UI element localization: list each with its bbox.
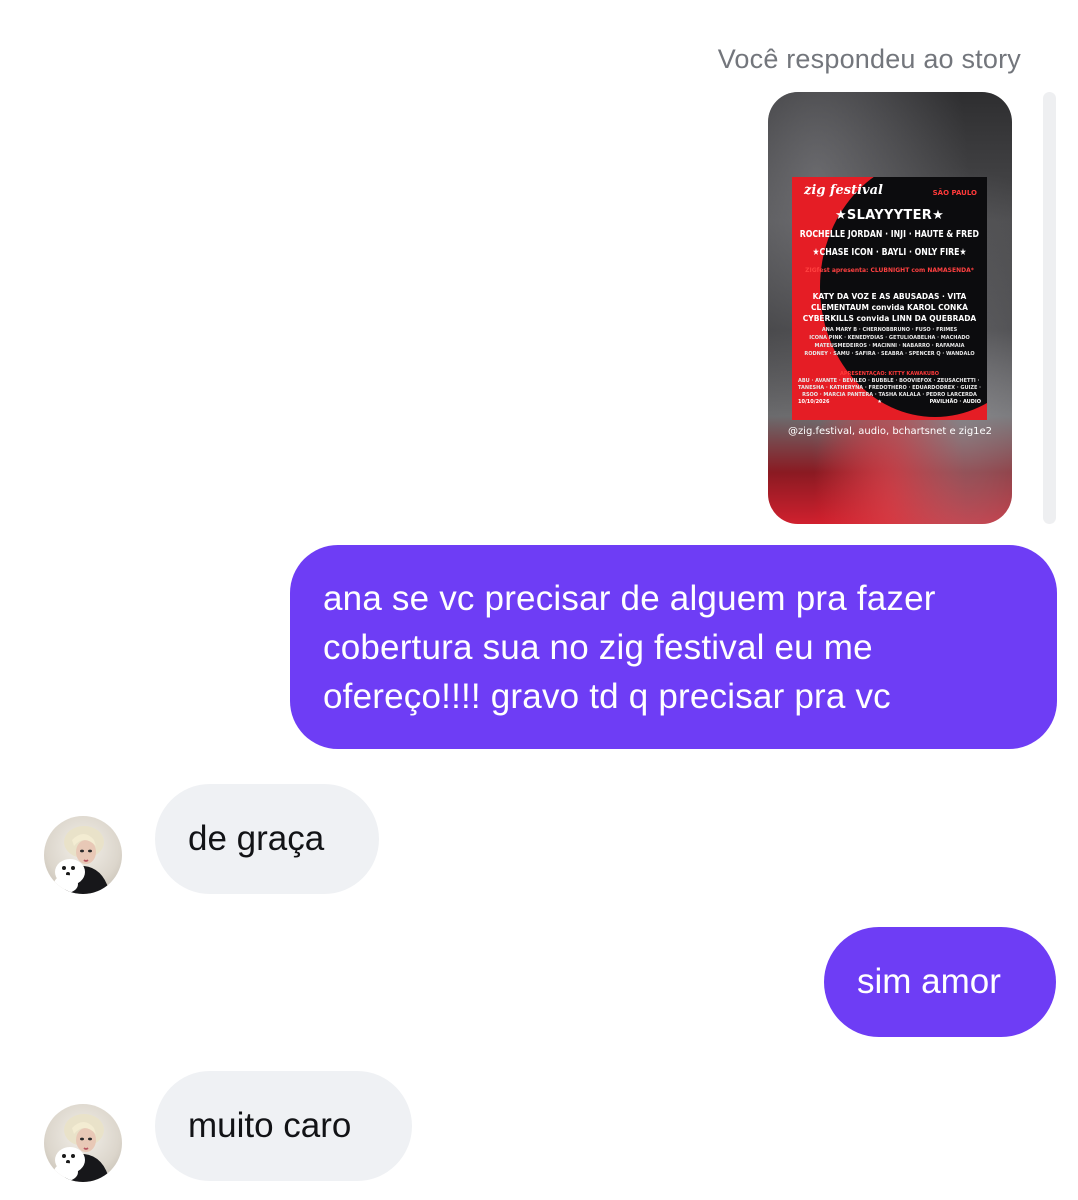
poster-line: KATY DA VOZ E AS ABUSADAS · VITA (812, 292, 967, 301)
poster-line: ANA MARY B · CHERNOBBRUNO · FUSO · FRIME… (821, 327, 958, 333)
poster-logo: zig festival (804, 183, 883, 198)
outgoing-message[interactable]: ana se vc precisar de alguem pra fazer c… (290, 545, 1057, 749)
poster-footer: 10/10/2026 ★ PAVILHÃO · AUDIO (798, 399, 981, 405)
story-credit: @zig.festival, audio, bchartsnet e zig1e… (787, 426, 993, 437)
poster-line: ROCHELLE JORDAN · INJI · HAUTE & FREDDY (799, 229, 980, 240)
poster-venue: PAVILHÃO · AUDIO (929, 399, 981, 405)
contact-avatar-icon[interactable] (44, 816, 122, 894)
poster-line: RSOO · MARCIA PANTERA · TASHA KALALA · P… (802, 392, 977, 398)
star-icon: ★ (877, 399, 882, 405)
festival-poster: zig festival SÃO PAULO ★SLAYYYTER★ ROCHE… (792, 177, 987, 420)
outgoing-message[interactable]: sim amor (824, 927, 1056, 1037)
poster-line: CLEMENTAUM convida KAROL CONKÁ (811, 303, 968, 312)
poster-line: ZIGfest apresenta: CLUBNIGHT com NAMASEN… (805, 267, 974, 274)
poster-city: SÃO PAULO (932, 189, 977, 197)
poster-line: APRESENTAÇÃO: KITTY KAWAKUBO (839, 371, 940, 377)
poster-line: ICONA PINK · KENEDYDIAS · GETULIOABELHA … (809, 335, 970, 341)
scrollbar[interactable] (1043, 92, 1056, 524)
poster-line: ABU · AVANTE · BEVILEO · BUBBLE · BOOVIE… (798, 378, 981, 384)
poster-line: TANESHA · KATHERYNA · FREDOTHERO · EDUAR… (798, 385, 981, 391)
incoming-message[interactable]: muito caro (155, 1071, 412, 1181)
poster-line: RODNEY · SAMU · SÁFIRA · SEABRA · SPENCE… (804, 351, 975, 357)
story-reply-caption: Você respondeu ao story (717, 44, 1021, 74)
poster-line: ★CHASE ICON · BAYLI · ONLY FIRE★ (812, 247, 967, 258)
poster-headliner: ★SLAYYYTER★ (834, 208, 945, 223)
contact-avatar-icon[interactable] (44, 1104, 122, 1182)
incoming-message[interactable]: de graça (155, 784, 379, 894)
chat-thread: Você respondeu ao story zig festival SÃO… (0, 0, 1078, 1200)
poster-text: zig festival SÃO PAULO ★SLAYYYTER★ ROCHE… (792, 177, 987, 420)
story-preview[interactable]: zig festival SÃO PAULO ★SLAYYYTER★ ROCHE… (768, 92, 1012, 524)
poster-line: MATEUSMEDEIROS · MACINNI · NABARRO · RAF… (814, 343, 965, 349)
poster-line: CYBERKILLS convida LINN DA QUEBRADA (802, 314, 977, 323)
poster-date: 10/10/2026 (798, 399, 830, 405)
